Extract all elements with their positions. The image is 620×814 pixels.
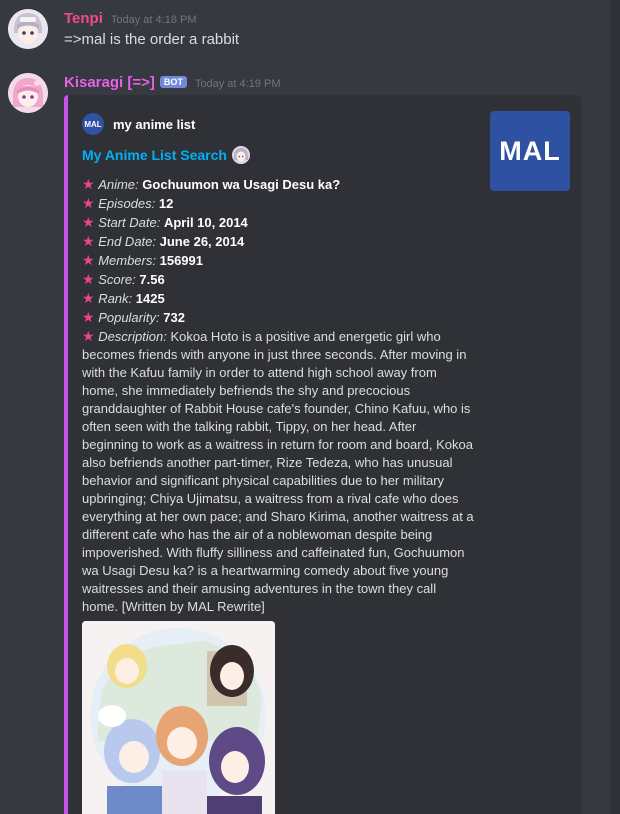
field-value: 12 xyxy=(158,196,174,211)
field-value: April 10, 2014 xyxy=(163,215,248,230)
field-members: ★ Members: 156991 xyxy=(82,251,474,270)
star-icon: ★ xyxy=(82,233,95,249)
field-label: Rank: xyxy=(98,291,133,306)
username[interactable]: Kisaragi [=>] xyxy=(64,74,155,91)
field-value: 1425 xyxy=(135,291,165,306)
avatar-image xyxy=(8,9,48,49)
message-header: Tenpi Today at 4:18 PM xyxy=(64,10,197,27)
mal-thumbnail-icon[interactable]: MAL xyxy=(490,111,570,191)
star-icon: ★ xyxy=(82,214,95,230)
user-avatar-tenpi[interactable] xyxy=(8,9,48,49)
field-anime: ★ Anime: Gochuumon wa Usagi Desu ka? xyxy=(82,175,474,194)
user-avatar-kisaragi[interactable] xyxy=(8,73,48,113)
field-value: Gochuumon wa Usagi Desu ka? xyxy=(142,177,341,192)
embed-card: MAL my anime list My Anime List Search M… xyxy=(64,95,581,814)
field-label: Episodes: xyxy=(98,196,156,211)
field-label: Description: xyxy=(98,329,167,344)
star-icon: ★ xyxy=(82,176,95,192)
star-icon: ★ xyxy=(82,309,95,325)
field-value: 7.56 xyxy=(139,272,165,287)
bot-tag: BOT xyxy=(159,76,187,88)
field-label: Popularity: xyxy=(98,310,160,325)
field-value: 732 xyxy=(163,310,185,325)
field-popularity: ★ Popularity: 732 xyxy=(82,308,474,327)
anime-girl-emoji-icon xyxy=(231,146,250,164)
star-icon: ★ xyxy=(82,290,95,306)
field-start-date: ★ Start Date: April 10, 2014 xyxy=(82,213,474,232)
star-icon: ★ xyxy=(82,271,95,287)
embed-title-text[interactable]: My Anime List Search xyxy=(82,147,227,163)
timestamp: Today at 4:19 PM xyxy=(194,78,281,90)
field-description: ★ Description: Kokoa Hoto is a positive … xyxy=(82,327,474,616)
avatar-image xyxy=(8,73,48,113)
timestamp: Today at 4:18 PM xyxy=(110,14,197,26)
mal-logo-icon: MAL xyxy=(82,113,104,135)
star-icon: ★ xyxy=(82,195,95,211)
field-label: Anime: xyxy=(98,177,139,192)
field-value: 156991 xyxy=(159,253,203,268)
scrollbar[interactable] xyxy=(610,0,620,814)
field-rank: ★ Rank: 1425 xyxy=(82,289,474,308)
field-end-date: ★ End Date: June 26, 2014 xyxy=(82,232,474,251)
message-text: =>mal is the order a rabbit xyxy=(64,31,240,48)
field-value: June 26, 2014 xyxy=(159,234,245,249)
field-label: Score: xyxy=(98,272,136,287)
anime-characters-illustration xyxy=(82,621,275,814)
star-icon: ★ xyxy=(82,252,95,268)
star-icon: ★ xyxy=(82,328,95,344)
anime-cover-image[interactable] xyxy=(82,621,275,814)
embed-author: MAL my anime list xyxy=(82,113,195,135)
embed-author-name: my anime list xyxy=(113,116,196,132)
embed-fields: ★ Anime: Gochuumon wa Usagi Desu ka? ★ E… xyxy=(82,175,474,616)
embed-title[interactable]: My Anime List Search xyxy=(82,146,250,164)
field-label: End Date: xyxy=(98,234,157,249)
description-text: Kokoa Hoto is a positive and energetic g… xyxy=(82,329,474,614)
message-header: Kisaragi [=>] BOT Today at 4:19 PM xyxy=(64,74,280,91)
field-label: Start Date: xyxy=(98,215,161,230)
field-label: Members: xyxy=(98,253,156,268)
field-score: ★ Score: 7.56 xyxy=(82,270,474,289)
username[interactable]: Tenpi xyxy=(64,10,103,27)
field-episodes: ★ Episodes: 12 xyxy=(82,194,474,213)
